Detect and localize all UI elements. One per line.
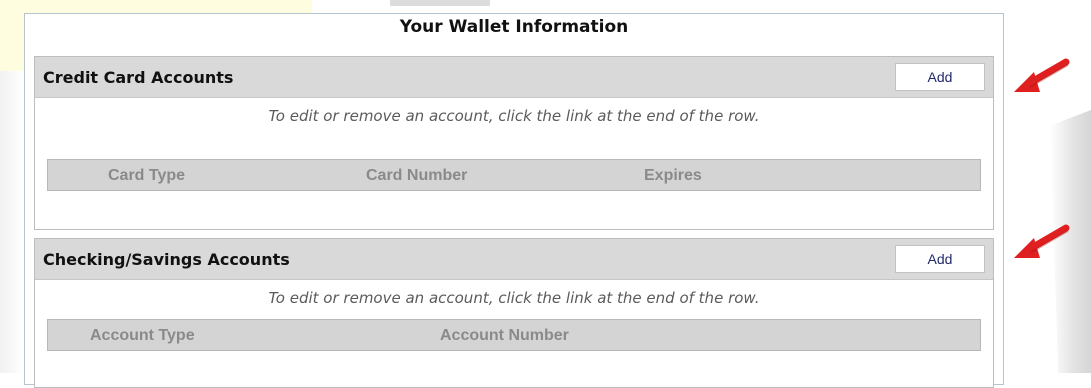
add-bank-account-button[interactable]: Add <box>895 245 985 273</box>
bank-account-header: Checking/Savings Accounts Add <box>35 239 993 280</box>
column-card-type: Card Type <box>108 167 186 184</box>
column-card-number: Card Number <box>366 167 468 184</box>
wallet-panel: Your Wallet Information Credit Card Acco… <box>24 13 1004 388</box>
background-tab <box>390 0 490 6</box>
column-account-type: Account Type <box>90 327 195 344</box>
page-title: Your Wallet Information <box>399 17 629 37</box>
column-expires: Expires <box>644 167 702 184</box>
add-credit-card-button[interactable]: Add <box>895 63 985 91</box>
bank-account-title: Checking/Savings Accounts <box>43 250 290 269</box>
credit-card-title: Credit Card Accounts <box>43 68 234 87</box>
bank-account-table-header: Account Type Account Number <box>47 319 981 351</box>
credit-card-hint: To edit or remove an account, click the … <box>268 107 760 125</box>
red-arrow-icon <box>1014 224 1070 258</box>
credit-card-header: Credit Card Accounts Add <box>35 57 993 98</box>
background-fade <box>0 71 24 373</box>
column-account-number: Account Number <box>440 327 569 344</box>
red-arrow-icon <box>1014 58 1070 92</box>
credit-card-section: Credit Card Accounts Add To edit or remo… <box>34 56 994 230</box>
bank-account-hint: To edit or remove an account, click the … <box>268 289 760 307</box>
credit-card-table-header: Card Type Card Number Expires <box>47 159 981 191</box>
bank-account-section: Checking/Savings Accounts Add To edit or… <box>34 238 994 388</box>
